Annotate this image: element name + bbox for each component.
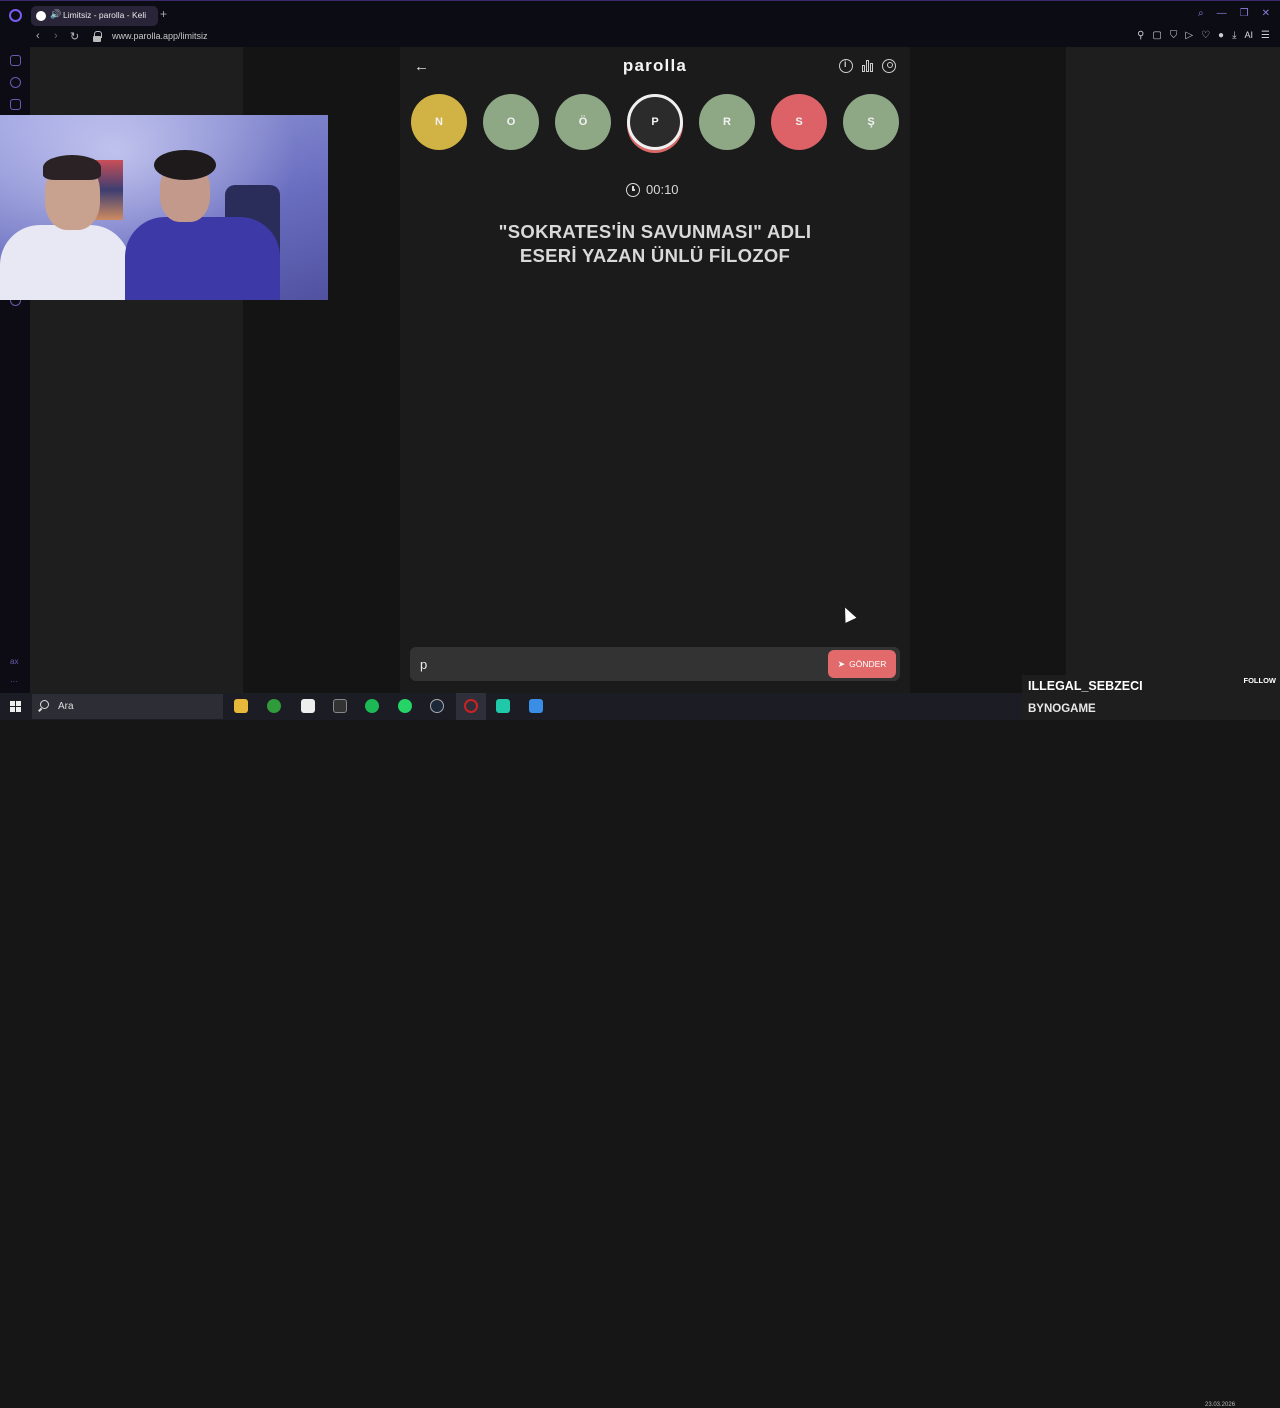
search-tabs-icon[interactable]: ⌕ [1198, 8, 1204, 19]
speaker-icon[interactable]: 🔊 [50, 9, 61, 20]
heart-icon[interactable]: ♡ [1201, 30, 1210, 41]
taskbar-search[interactable]: Ara [32, 694, 223, 719]
page-right-panel [1066, 47, 1280, 693]
reload-icon[interactable]: ↻ [70, 30, 79, 43]
parolla-logo[interactable]: parolla [555, 56, 755, 76]
search-placeholder: Ara [58, 701, 74, 712]
xbox-icon[interactable] [267, 699, 281, 713]
timer-value: 00:10 [646, 182, 679, 197]
play-icon[interactable]: ▷ [1185, 30, 1193, 41]
person-left-body [0, 225, 130, 300]
browser-tab[interactable]: 🔊 Limitsiz - parolla - Keli [31, 6, 158, 26]
follow-label: FOLLOW [1243, 676, 1277, 685]
tab-title: Limitsiz - parolla - Keli [63, 10, 147, 20]
whatsapp-icon[interactable] [398, 699, 412, 713]
channel-name: BYNOGAME [1028, 703, 1096, 715]
answer-input[interactable] [420, 654, 820, 674]
question-text: "SOKRATES'İN SAVUNMASI" ADLI ESERİ YAZAN… [440, 220, 870, 268]
letter-circle-correct: Ö [555, 94, 611, 150]
letter-circle-wrong: S [771, 94, 827, 150]
lock-icon [93, 31, 102, 42]
close-icon[interactable]: ✕ [1262, 8, 1270, 19]
snapshot-icon[interactable]: ▢ [1152, 30, 1161, 41]
document-icon[interactable] [301, 699, 315, 713]
send-icon: ➤ [837, 658, 846, 669]
favicon-icon [36, 11, 46, 21]
menu-icon[interactable]: ☰ [1261, 30, 1270, 41]
search-icon [40, 700, 49, 709]
tray-date: 23.03.2026 [1205, 1402, 1236, 1408]
epic-games-icon[interactable] [333, 699, 347, 713]
aria-ai-button[interactable]: AI [1245, 30, 1254, 41]
sidebar-more-icon[interactable]: ··· [10, 677, 18, 686]
opera-taskbar-icon[interactable] [464, 699, 478, 713]
timer: 00:10 [626, 182, 679, 197]
profile-icon[interactable]: ● [1218, 30, 1224, 41]
stats-icon[interactable] [861, 59, 875, 73]
webcam-overlay [0, 115, 328, 300]
maximize-icon[interactable]: ❐ [1240, 8, 1249, 19]
minimize-icon[interactable]: — [1217, 8, 1227, 19]
windows-start-icon[interactable] [10, 701, 21, 712]
new-tab-plus-icon[interactable]: + [160, 7, 167, 21]
info-icon[interactable] [839, 59, 853, 73]
send-button[interactable]: ➤ GÖNDER [828, 650, 896, 678]
sidebar-workspace-icon[interactable] [10, 55, 21, 66]
file-explorer-icon[interactable] [234, 699, 248, 713]
question-line-1: "SOKRATES'İN SAVUNMASI" ADLI [498, 221, 812, 242]
forward-icon[interactable]: › [54, 30, 58, 42]
person-right-body [125, 217, 280, 300]
clock-icon [626, 182, 640, 197]
user-icon[interactable] [882, 59, 896, 73]
back-arrow-icon[interactable]: ← [414, 58, 429, 75]
spotify-icon[interactable] [365, 699, 379, 713]
answer-bar: ➤ GÖNDER [410, 647, 900, 681]
sidebar-extension-icon[interactable]: ax [10, 657, 18, 666]
browser-tab-bar: 🔊 Limitsiz - parolla - Keli + ⌕ — ❐ ✕ [0, 0, 1280, 29]
sidebar-history-icon[interactable] [10, 77, 21, 88]
pin-icon[interactable]: ⚲ [1137, 30, 1144, 41]
follower-name: ILLEGAL_SEBZECI [1028, 679, 1143, 693]
browser-toolbar: ⚲ ▢ ⛉ ▷ ♡ ● ⤓ AI ☰ [1137, 30, 1270, 41]
send-label: GÖNDER [849, 659, 887, 669]
letter-circle-active: P [627, 94, 683, 150]
letter-circle-correct: O [483, 94, 539, 150]
steam-icon[interactable] [430, 699, 444, 713]
download-icon[interactable]: ⤓ [1232, 30, 1236, 41]
back-icon[interactable]: ‹ [36, 30, 40, 42]
letter-circle-correct: Ş [843, 94, 899, 150]
sidebar-bag-icon[interactable] [10, 99, 21, 110]
letter-circle-correct: R [699, 94, 755, 150]
photos-icon[interactable] [529, 699, 543, 713]
discord-like-icon[interactable] [496, 699, 510, 713]
window-controls: ⌕ — ❐ ✕ [1198, 8, 1270, 19]
shield-icon[interactable]: ⛉ [1170, 30, 1178, 41]
url-field[interactable]: www.parolla.app/limitsiz [112, 31, 208, 41]
question-line-2: ESERİ YAZAN ÜNLÜ FİLOZOF [519, 245, 791, 266]
page-right-gutter [910, 47, 1066, 693]
letter-circle-skipped: N [411, 94, 467, 150]
stream-follow-alert: ILLEGAL_SEBZECI FOLLOW BYNOGAME [1022, 675, 1280, 720]
address-bar: ‹ › ↻ www.parolla.app/limitsiz ⚲ ▢ ⛉ ▷ ♡… [0, 29, 1280, 47]
opera-logo-icon[interactable] [9, 9, 22, 22]
